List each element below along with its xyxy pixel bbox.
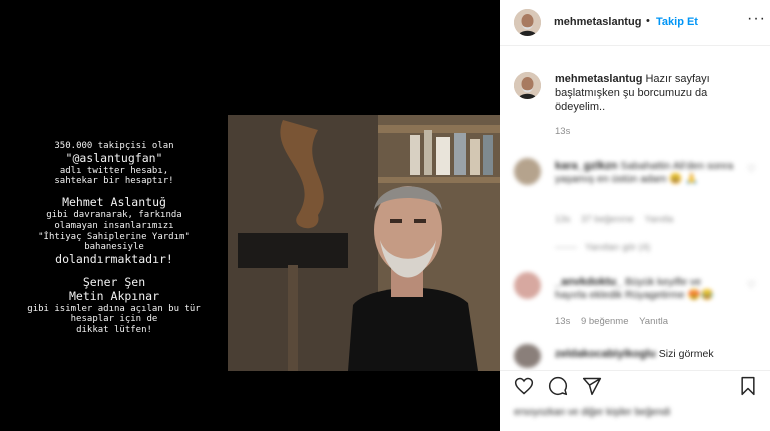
comment-username[interactable]: zeldakocabiyikoglu: [555, 348, 656, 360]
comment-avatar[interactable]: [514, 344, 541, 368]
comment-avatar[interactable]: [514, 158, 541, 185]
comment-icon[interactable]: [548, 376, 568, 401]
author-avatar[interactable]: [514, 9, 541, 36]
comment-meta: 13s 9 beğenme Yanıtla: [555, 316, 668, 327]
media-warning-text: 350.000 takipçisi olan "@aslantugfan" adlı…: [0, 141, 228, 336]
likes-summary[interactable]: ersoyozkan ve diğer kişiler beğendi: [514, 407, 670, 418]
post-video[interactable]: [228, 115, 500, 371]
media-text-line: Şener Şen: [82, 274, 146, 289]
post-caption: mehmetaslantug Hazır sayfayı başlatmışke…: [555, 72, 755, 114]
media-text-line: gibi isimler adına açılan bu tür: [27, 303, 201, 314]
comment-text: Sizi görmek: [658, 348, 714, 360]
follow-button[interactable]: Takip Et: [656, 16, 698, 28]
comment-avatar[interactable]: [514, 272, 541, 299]
comment-item: _anvkdoktu_ Büyük keyifle ve hayırla ekl…: [555, 276, 735, 302]
header-username[interactable]: mehmetaslantug: [554, 16, 641, 28]
post-header: mehmetaslantug • Takip Et ···: [500, 0, 770, 46]
comment-like-icon[interactable]: ♡: [747, 164, 756, 175]
media-text-line: "@aslantugfan": [65, 150, 163, 165]
comment-item: zeldakocabiyikoglu Sizi görmek: [555, 348, 755, 361]
video-frame-image: [228, 115, 500, 371]
comment-reply-button[interactable]: Yanıtla: [639, 316, 668, 327]
comment-username[interactable]: _anvkdoktu_: [555, 276, 622, 288]
media-text-line: "İhtiyaç Sahiplerine Yardım": [38, 231, 190, 242]
comment-item: kara_gzlkzn Sabahattin Ali'den sonra yaş…: [555, 160, 735, 186]
bookmark-icon[interactable]: [738, 376, 758, 401]
comment-meta: 13s 37 beğenme Yanıtla: [555, 214, 673, 225]
caption-username[interactable]: mehmetaslantug: [555, 73, 642, 85]
view-replies-button[interactable]: Yanıtları gör (4): [555, 242, 650, 253]
view-replies-label: Yanıtları gör (4): [585, 242, 651, 253]
media-text-line: olamayan insanlarımızı: [54, 220, 174, 231]
media-text-line: gibi davranarak, farkında: [46, 209, 182, 220]
like-icon[interactable]: [514, 376, 534, 401]
header-separator: •: [646, 15, 650, 27]
media-text-line: dikkat lütfen!: [76, 325, 152, 336]
send-icon[interactable]: [582, 376, 602, 401]
comment-username[interactable]: kara_gzlkzn: [555, 160, 617, 172]
more-options-icon[interactable]: ···: [747, 10, 766, 28]
comment-like-icon[interactable]: ♡: [747, 280, 756, 291]
media-text-line: Mehmet Aslantuğ: [62, 195, 166, 210]
caption-avatar[interactable]: [514, 72, 541, 99]
comment-reply-button[interactable]: Yanıtla: [644, 214, 673, 225]
media-text-line: Metin Akpınar: [68, 288, 159, 303]
comment-time: 13s: [555, 214, 571, 225]
post-media[interactable]: 350.000 takipçisi olan "@aslantugfan" adlı…: [0, 0, 500, 431]
comment-likes[interactable]: 37 beğenme: [581, 214, 634, 225]
comment-time: 13s: [555, 316, 571, 327]
media-text-line: sahtekar bir hesaptır!: [54, 176, 174, 187]
comment-likes[interactable]: 9 beğenme: [581, 316, 629, 327]
post-action-bar: [500, 370, 770, 403]
media-text-line: adlı twitter hesabı,: [59, 165, 169, 176]
media-text-line: dolandırmaktadır!: [55, 252, 173, 267]
caption-time: 13s: [555, 126, 571, 137]
media-text-line: hesaplar için de: [70, 314, 158, 325]
post-side-panel: mehmetaslantug • Takip Et ··· mehmetasla…: [500, 0, 770, 431]
